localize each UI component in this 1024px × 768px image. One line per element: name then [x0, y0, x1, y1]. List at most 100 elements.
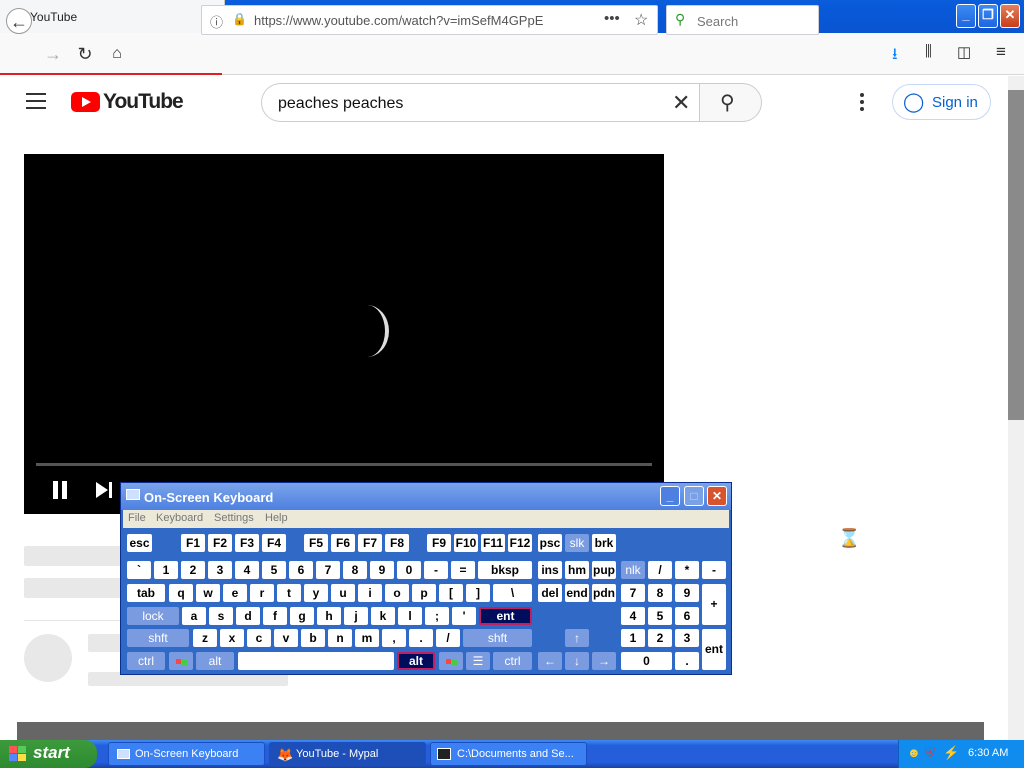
key-1[interactable]: 1 — [154, 561, 178, 579]
key-7[interactable]: 7 — [316, 561, 340, 579]
key-f7[interactable]: F7 — [358, 534, 382, 552]
osk-close-button[interactable]: ✕ — [707, 486, 727, 506]
key-backslash[interactable]: \ — [493, 584, 532, 602]
key-f8[interactable]: F8 — [385, 534, 409, 552]
key-right-alt[interactable]: alt — [397, 652, 435, 670]
osk-maximize-button[interactable]: □ — [684, 486, 704, 506]
key-left-shift[interactable]: shft — [127, 629, 189, 647]
key-period[interactable]: . — [409, 629, 433, 647]
taskbar-item-browser[interactable]: 🦊 YouTube - Mypal — [269, 742, 426, 766]
key-numpad-multiply[interactable]: * — [675, 561, 699, 579]
restore-window-button[interactable]: ❐ — [978, 4, 998, 28]
windows-logo-icon[interactable] — [169, 652, 193, 670]
key-c[interactable]: c — [247, 629, 271, 647]
key-comma[interactable]: , — [382, 629, 406, 647]
key-equals[interactable]: = — [451, 561, 475, 579]
key-f1[interactable]: F1 — [181, 534, 205, 552]
key-6[interactable]: 6 — [289, 561, 313, 579]
key-t[interactable]: t — [277, 584, 301, 602]
key-d[interactable]: d — [236, 607, 260, 625]
key-f4[interactable]: F4 — [262, 534, 286, 552]
key-esc[interactable]: esc — [127, 534, 152, 552]
key-f11[interactable]: F11 — [481, 534, 505, 552]
bookmark-star-icon[interactable]: ☆ — [634, 10, 648, 30]
key-left-bracket[interactable]: [ — [439, 584, 463, 602]
key-right-arrow[interactable]: → — [592, 652, 616, 670]
video-player[interactable] — [24, 154, 664, 514]
guide-menu-icon[interactable] — [26, 93, 46, 109]
windows-logo-right-icon[interactable] — [439, 652, 463, 670]
key-psc[interactable]: psc — [538, 534, 562, 552]
key-semicolon[interactable]: ; — [425, 607, 449, 625]
tray-network-icon[interactable]: ⚡ — [943, 745, 959, 761]
key-numpad-divide[interactable]: / — [648, 561, 672, 579]
osk-menu-settings[interactable]: Settings — [214, 512, 254, 524]
key-backspace[interactable]: bksp — [478, 561, 532, 579]
youtube-logo-text[interactable]: YouTube — [103, 90, 184, 114]
key-left-arrow[interactable]: ← — [538, 652, 562, 670]
osk-menu-file[interactable]: File — [128, 512, 146, 524]
browser-search-field[interactable]: ⚲ Search — [666, 5, 819, 35]
key-b[interactable]: b — [301, 629, 325, 647]
key-2[interactable]: 2 — [181, 561, 205, 579]
osk-title-bar[interactable]: On-Screen Keyboard — [121, 483, 731, 510]
key-a[interactable]: a — [182, 607, 206, 625]
clear-search-icon[interactable]: ✕ — [672, 90, 690, 116]
key-e[interactable]: e — [223, 584, 247, 602]
youtube-logo-icon[interactable] — [71, 92, 100, 112]
key-s[interactable]: s — [209, 607, 233, 625]
key-z[interactable]: z — [193, 629, 217, 647]
browser-tab[interactable]: YouTube ✕ — [0, 0, 225, 33]
pause-icon[interactable] — [50, 481, 70, 499]
key-8[interactable]: 8 — [343, 561, 367, 579]
key-down-arrow[interactable]: ↓ — [565, 652, 589, 670]
key-3[interactable]: 3 — [208, 561, 232, 579]
sidebar-icon[interactable]: ◫ — [957, 43, 971, 61]
key-numpad-2[interactable]: 2 — [648, 629, 672, 647]
osk-menu-keyboard[interactable]: Keyboard — [156, 512, 203, 524]
library-icon[interactable]: ⫼ — [925, 43, 932, 60]
key-f[interactable]: f — [263, 607, 287, 625]
key-i[interactable]: i — [358, 584, 382, 602]
key-minus[interactable]: - — [424, 561, 448, 579]
key-numpad-8[interactable]: 8 — [648, 584, 672, 602]
key-del[interactable]: del — [538, 584, 562, 602]
key-numpad-4[interactable]: 4 — [621, 607, 645, 625]
key-v[interactable]: v — [274, 629, 298, 647]
key-slk[interactable]: slk — [565, 534, 589, 552]
key-y[interactable]: y — [304, 584, 328, 602]
menu-hamburger-icon[interactable]: ≡ — [996, 42, 1006, 62]
key-numpad-5[interactable]: 5 — [648, 607, 672, 625]
key-f12[interactable]: F12 — [508, 534, 532, 552]
key-u[interactable]: u — [331, 584, 355, 602]
key-f10[interactable]: F10 — [454, 534, 478, 552]
key-up-arrow[interactable]: ↑ — [565, 629, 589, 647]
key-backtick[interactable]: ` — [127, 561, 151, 579]
youtube-search-input[interactable]: peaches peaches — [261, 83, 699, 122]
context-menu-key-icon[interactable]: ☰ — [466, 652, 490, 670]
key-5[interactable]: 5 — [262, 561, 286, 579]
key-caps-lock[interactable]: lock — [127, 607, 179, 625]
home-icon[interactable]: ⌂ — [104, 41, 130, 67]
key-numpad-plus[interactable]: + — [702, 584, 726, 625]
close-window-button[interactable]: ✕ — [1000, 4, 1020, 28]
key-f3[interactable]: F3 — [235, 534, 259, 552]
key-x[interactable]: x — [220, 629, 244, 647]
key-n[interactable]: n — [328, 629, 352, 647]
key-k[interactable]: k — [371, 607, 395, 625]
key-end[interactable]: end — [565, 584, 589, 602]
key-w[interactable]: w — [196, 584, 220, 602]
key-o[interactable]: o — [385, 584, 409, 602]
key-f5[interactable]: F5 — [304, 534, 328, 552]
key-4[interactable]: 4 — [235, 561, 259, 579]
key-numpad-3[interactable]: 3 — [675, 629, 699, 647]
page-actions-icon[interactable]: ••• — [604, 10, 620, 27]
back-arrow-icon[interactable]: ← — [6, 8, 32, 34]
osk-minimize-button[interactable]: _ — [660, 486, 680, 506]
reload-icon[interactable]: ↻ — [72, 41, 98, 67]
key-nlk[interactable]: nlk — [621, 561, 645, 579]
key-j[interactable]: j — [344, 607, 368, 625]
taskbar-item-osk[interactable]: On-Screen Keyboard — [108, 742, 265, 766]
key-9[interactable]: 9 — [370, 561, 394, 579]
key-f2[interactable]: F2 — [208, 534, 232, 552]
